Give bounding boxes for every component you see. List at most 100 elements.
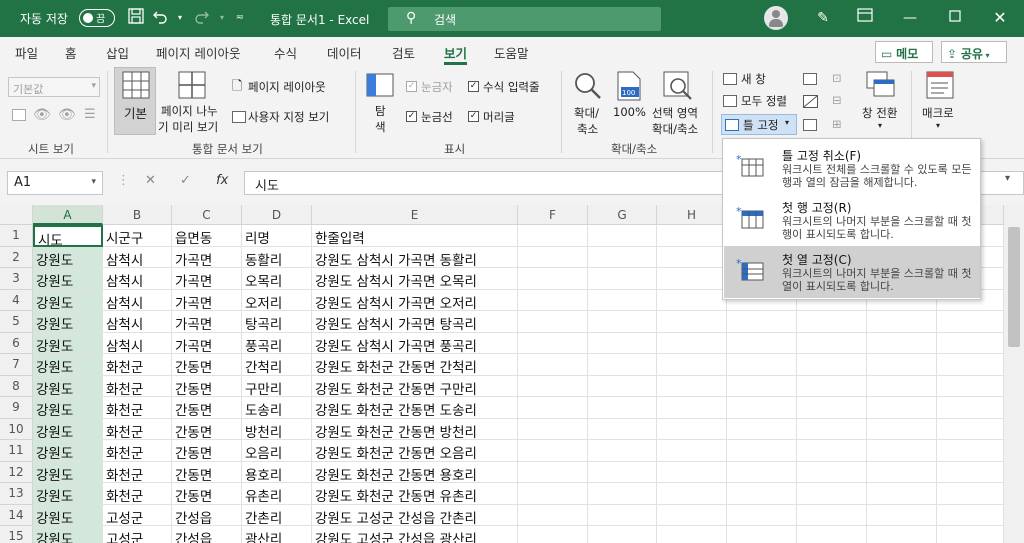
table-cell[interactable] <box>867 375 937 397</box>
table-cell[interactable] <box>657 332 727 354</box>
table-cell[interactable] <box>797 418 867 440</box>
sync-scroll-icon[interactable]: ⊟ <box>832 93 842 107</box>
table-cell[interactable]: 동활리 <box>242 246 312 268</box>
table-cell[interactable]: 삼척시 <box>103 332 172 354</box>
table-cell[interactable] <box>937 440 1004 462</box>
table-cell[interactable] <box>588 397 657 419</box>
customize-toolbar-icon[interactable]: ≂ <box>230 8 250 28</box>
page-layout-label[interactable]: 페이지 레이아웃 <box>248 79 326 95</box>
pen-icon[interactable]: ✎ <box>813 8 833 28</box>
table-cell[interactable]: 강원도 삼척시 가곡면 오저리 <box>312 289 518 311</box>
table-cell[interactable] <box>797 440 867 462</box>
table-cell[interactable]: 강원도 <box>33 461 103 483</box>
table-cell[interactable] <box>588 225 657 247</box>
table-cell[interactable] <box>797 375 867 397</box>
table-cell[interactable] <box>797 332 867 354</box>
table-cell[interactable]: 강원도 <box>33 311 103 333</box>
table-cell[interactable] <box>518 526 588 543</box>
table-cell[interactable]: 간동면 <box>172 375 242 397</box>
active-cell[interactable]: 시도 <box>33 225 103 247</box>
row-header[interactable]: 3 <box>0 268 33 290</box>
table-cell[interactable]: 강원도 화천군 간동면 간척리 <box>312 354 518 376</box>
table-cell[interactable]: 화천군 <box>103 375 172 397</box>
redo-icon[interactable] <box>192 8 212 28</box>
table-cell[interactable] <box>657 418 727 440</box>
table-cell[interactable]: 풍곡리 <box>242 332 312 354</box>
table-cell[interactable] <box>867 461 937 483</box>
table-cell[interactable]: 강원도 <box>33 354 103 376</box>
column-header[interactable]: A <box>33 205 103 225</box>
row-header[interactable]: 7 <box>0 354 33 376</box>
reset-window-icon[interactable]: ⊞ <box>832 117 842 131</box>
table-cell[interactable] <box>797 354 867 376</box>
undo-icon[interactable] <box>150 8 170 28</box>
table-cell[interactable] <box>937 375 1004 397</box>
autosave-toggle[interactable]: 끔 <box>79 9 115 27</box>
tab-review[interactable]: 검토 <box>392 43 415 62</box>
tab-help[interactable]: 도움말 <box>494 43 529 62</box>
table-cell[interactable]: 강원도 고성군 간성읍 간촌리 <box>312 504 518 526</box>
table-cell[interactable] <box>937 483 1004 505</box>
table-cell[interactable]: 시군구 <box>103 225 172 247</box>
table-cell[interactable] <box>727 375 797 397</box>
table-cell[interactable]: 오음리 <box>242 440 312 462</box>
tab-data[interactable]: 데이터 <box>327 43 362 62</box>
table-cell[interactable] <box>937 461 1004 483</box>
view-side-by-side-icon[interactable]: ⊡ <box>832 71 842 85</box>
table-cell[interactable]: 리명 <box>242 225 312 247</box>
table-cell[interactable]: 화천군 <box>103 418 172 440</box>
table-cell[interactable]: 강원도 화천군 간동면 오음리 <box>312 440 518 462</box>
table-cell[interactable] <box>867 504 937 526</box>
row-header[interactable]: 5 <box>0 311 33 333</box>
column-header[interactable]: D <box>242 205 312 225</box>
exit-view-icon[interactable]: 👁 <box>33 107 51 123</box>
table-cell[interactable]: 강원도 고성군 간성읍 광산리 <box>312 526 518 543</box>
avatar[interactable] <box>764 6 788 30</box>
table-cell[interactable] <box>657 246 727 268</box>
table-cell[interactable] <box>518 418 588 440</box>
table-cell[interactable]: 간동면 <box>172 483 242 505</box>
table-cell[interactable] <box>797 311 867 333</box>
table-cell[interactable] <box>518 332 588 354</box>
table-cell[interactable] <box>518 440 588 462</box>
table-cell[interactable] <box>588 289 657 311</box>
arrange-all-icon[interactable] <box>723 95 737 107</box>
freeze-first-column-item[interactable]: * 첫 열 고정(C) 워크시트의 나머지 부분을 스크롤할 때 첫 열이 표시… <box>724 246 980 298</box>
tab-home[interactable]: 홈 <box>65 43 77 62</box>
expand-formula-bar-icon[interactable]: ▾ <box>1005 173 1010 184</box>
table-cell[interactable] <box>518 461 588 483</box>
table-cell[interactable] <box>588 418 657 440</box>
table-cell[interactable]: 가곡면 <box>172 268 242 290</box>
keep-sheet-view-icon[interactable] <box>12 109 26 121</box>
name-box[interactable]: A1 ▾ <box>7 171 103 195</box>
table-cell[interactable] <box>867 440 937 462</box>
table-cell[interactable]: 용호리 <box>242 461 312 483</box>
table-cell[interactable]: 강원도 <box>33 397 103 419</box>
table-cell[interactable]: 강원도 화천군 간동면 유촌리 <box>312 483 518 505</box>
row-header[interactable]: 11 <box>0 440 33 462</box>
table-cell[interactable]: 간촌리 <box>242 504 312 526</box>
tab-page-layout[interactable]: 페이지 레이아웃 <box>156 43 240 62</box>
table-cell[interactable]: 강원도 화천군 간동면 용호리 <box>312 461 518 483</box>
row-header[interactable]: 12 <box>0 461 33 483</box>
table-cell[interactable]: 강원도 <box>33 440 103 462</box>
table-cell[interactable] <box>518 354 588 376</box>
table-cell[interactable] <box>867 354 937 376</box>
table-cell[interactable]: 화천군 <box>103 440 172 462</box>
table-cell[interactable]: 강원도 <box>33 483 103 505</box>
row-header[interactable]: 15 <box>0 526 33 543</box>
page-layout-icon[interactable]: 🗋 <box>232 77 242 99</box>
table-cell[interactable] <box>518 483 588 505</box>
table-cell[interactable] <box>657 354 727 376</box>
table-cell[interactable] <box>937 418 1004 440</box>
insert-function-button[interactable]: fx <box>216 173 228 188</box>
new-window-label[interactable]: 새 창 <box>741 71 766 87</box>
table-cell[interactable]: 탕곡리 <box>242 311 312 333</box>
ribbon-display-icon[interactable] <box>855 8 875 28</box>
gridlines-checkbox[interactable]: ✓ <box>406 111 417 122</box>
table-cell[interactable]: 읍면동 <box>172 225 242 247</box>
table-cell[interactable] <box>588 483 657 505</box>
table-cell[interactable] <box>727 461 797 483</box>
table-cell[interactable] <box>518 397 588 419</box>
table-cell[interactable]: 삼척시 <box>103 311 172 333</box>
